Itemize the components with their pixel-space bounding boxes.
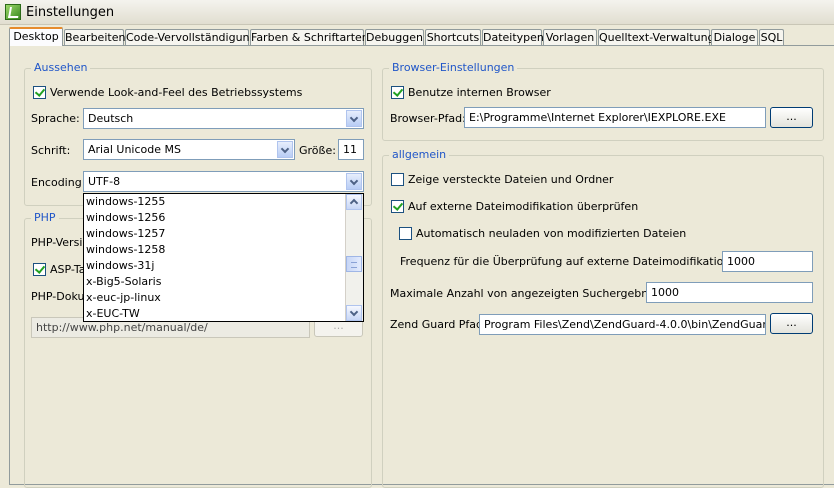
schrift-combo[interactable]: Arial Unicode MS [83, 139, 295, 160]
hidden-files-label: Zeige versteckte Dateien und Ordner [408, 173, 614, 186]
encoding-dropdown-list[interactable]: windows-1255 windows-1256 windows-1257 w… [83, 193, 364, 322]
php-legend: PHP [31, 211, 59, 224]
encoding-combo[interactable]: UTF-8 [83, 171, 364, 192]
php-version-label: PHP-Versio [31, 236, 90, 249]
tab-debuggen[interactable]: Debuggen [365, 29, 424, 45]
scroll-up-icon[interactable] [346, 194, 362, 210]
encoding-value: UTF-8 [88, 175, 121, 188]
scroll-down-icon[interactable] [346, 305, 362, 321]
zend-guard-browse-button[interactable]: ... [770, 313, 813, 334]
groesse-field[interactable]: 11 [338, 139, 364, 160]
browser-legend: Browser-Einstellungen [389, 61, 518, 74]
sprache-label: Sprache: [31, 112, 80, 125]
external-mod-checkbox[interactable] [391, 200, 404, 213]
zend-guard-label: Zend Guard Pfad: [390, 318, 487, 331]
tab-vorlagen[interactable]: Vorlagen [543, 29, 597, 45]
tab-quelltext-verwaltung[interactable]: Quelltext-Verwaltung [598, 29, 715, 45]
look-and-feel-label: Verwende Look-and-Feel des Betriebssyste… [50, 86, 303, 99]
schrift-label: Schrift: [31, 144, 71, 157]
max-results-field[interactable]: 1000 [646, 282, 813, 303]
chevron-down-icon[interactable] [277, 141, 293, 158]
browser-path-field[interactable]: E:\Programme\Internet Explorer\IEXPLORE.… [464, 107, 766, 128]
auto-reload-checkbox[interactable] [399, 227, 412, 240]
title-bar: Einstellungen [0, 0, 834, 25]
chevron-down-icon[interactable] [346, 110, 362, 127]
list-item[interactable]: windows-1255 [86, 194, 165, 210]
sprache-combo[interactable]: Deutsch [83, 108, 364, 129]
encoding-label: Encoding: [31, 176, 86, 189]
tab-dateitypen[interactable]: Dateitypen [482, 29, 544, 45]
tab-bearbeiten[interactable]: Bearbeiten [64, 29, 125, 45]
hidden-files-checkbox[interactable] [391, 173, 404, 186]
scrollbar-thumb[interactable] [346, 256, 362, 272]
asp-tags-label: ASP-Ta [50, 263, 86, 276]
internal-browser-label: Benutze internen Browser [408, 86, 551, 99]
sprache-value: Deutsch [88, 112, 134, 125]
tab-desktop[interactable]: Desktop [9, 27, 63, 46]
external-mod-label: Auf externe Dateimodifikation überprüfen [408, 200, 639, 213]
internal-browser-checkbox[interactable] [391, 86, 404, 99]
browser-group: Browser-Einstellungen [382, 61, 824, 141]
max-results-label: Maximale Anzahl von angezeigten Sucherge… [390, 287, 681, 300]
browser-path-label: Browser-Pfad: [390, 112, 466, 125]
chevron-down-icon[interactable] [346, 173, 362, 190]
allgemein-legend: allgemein [389, 148, 450, 161]
tab-sql[interactable]: SQL [759, 29, 784, 45]
tab-dialoge[interactable]: Dialoge [711, 29, 758, 45]
list-item[interactable]: x-EUC-TW [86, 306, 140, 322]
dropdown-scrollbar[interactable] [345, 194, 363, 321]
tab-code-vervollstaendigung[interactable]: Code-Vervollständigung [125, 29, 257, 45]
frequency-label: Frequenz für die Überprüfung auf externe… [400, 255, 763, 268]
list-item[interactable]: windows-31j [86, 258, 155, 274]
tab-shortcuts[interactable]: Shortcuts [425, 29, 481, 45]
list-item[interactable]: windows-1258 [86, 242, 165, 258]
window-title: Einstellungen [26, 5, 115, 20]
tab-farben-schriftarten[interactable]: Farben & Schriftarten [250, 29, 369, 45]
aussehen-legend: Aussehen [31, 61, 91, 74]
frequency-field[interactable]: 1000 [722, 251, 813, 272]
list-item[interactable]: x-euc-jp-linux [86, 290, 161, 306]
asp-tags-checkbox[interactable] [33, 263, 46, 276]
schrift-value: Arial Unicode MS [88, 143, 181, 156]
groesse-label: Größe: [299, 144, 336, 157]
list-item[interactable]: windows-1256 [86, 210, 165, 226]
list-item[interactable]: x-Big5-Solaris [86, 274, 161, 290]
look-and-feel-checkbox[interactable] [33, 86, 46, 99]
zend-guard-path-field[interactable]: Program Files\Zend\ZendGuard-4.0.0\bin\Z… [479, 314, 766, 335]
browser-path-browse-button[interactable]: ... [770, 107, 813, 128]
auto-reload-label: Automatisch neuladen von modifizierten D… [416, 227, 687, 240]
app-icon [5, 4, 21, 20]
list-item[interactable]: windows-1257 [86, 226, 165, 242]
